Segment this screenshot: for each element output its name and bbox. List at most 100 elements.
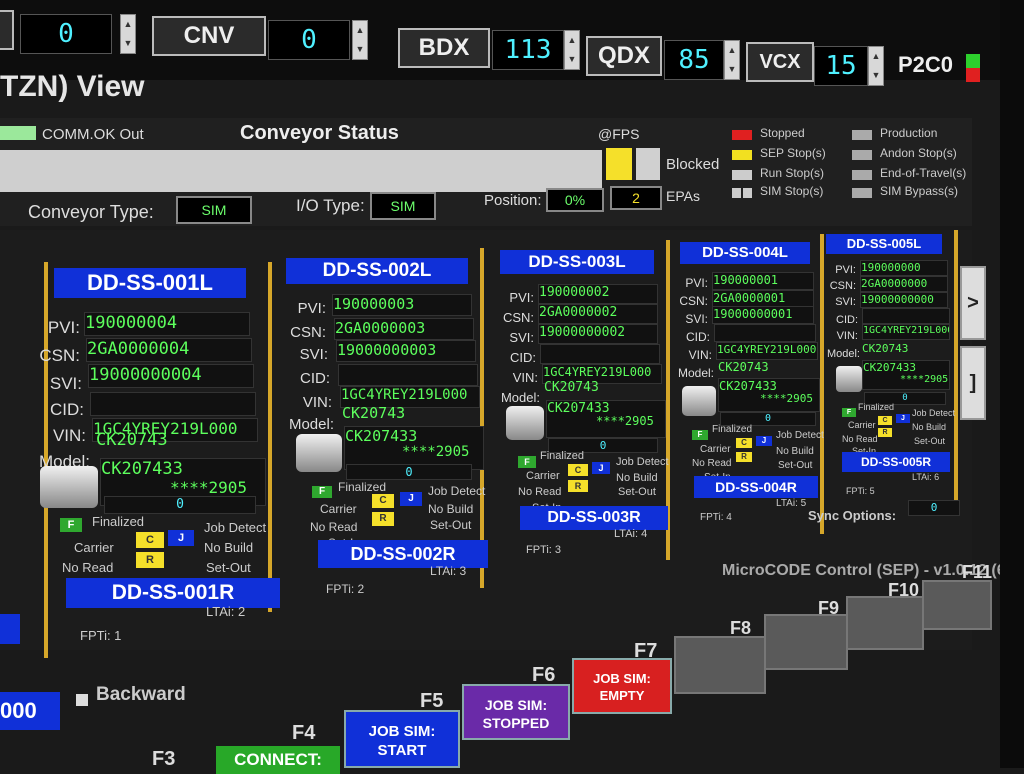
f10-button[interactable]: [846, 596, 924, 650]
carrier-badge: C: [136, 532, 164, 548]
vin-label: VIN:: [836, 330, 858, 342]
connect-button[interactable]: CONNECT:: [216, 746, 340, 774]
csn-value: 2GA0000002: [538, 304, 658, 324]
ltai-label: LTAi: 2: [206, 604, 246, 619]
job-detect-badge: J: [896, 414, 910, 423]
model-label: Model:: [500, 390, 540, 405]
model-value: CK20743: [862, 342, 909, 355]
counter-spinner-qdx[interactable]: ▲ ▼: [724, 40, 740, 80]
finalized-badge: F: [518, 456, 536, 468]
legend-run: Run Stop(s): [760, 166, 825, 180]
legend-bypass: SIM Bypass(s): [880, 184, 959, 198]
vehicle-button[interactable]: [506, 406, 544, 440]
station-title-right[interactable]: DD-SS-003R: [520, 506, 668, 530]
station-title-right[interactable]: DD-SS-001R: [66, 578, 280, 608]
io-type-label: I/O Type:: [296, 196, 365, 215]
legend-swatch-production: [852, 130, 872, 140]
model-detail-suffix: ****2905: [760, 392, 813, 405]
ltai-label: LTAi: 4: [614, 528, 648, 540]
finalized-label: Finalized: [338, 480, 387, 494]
legend-swatch-sim-b: [743, 188, 752, 198]
backward-checkbox[interactable]: [76, 694, 88, 706]
cid-label: CID:: [50, 400, 84, 419]
controller-name: P2C0: [898, 52, 954, 77]
left-station-stub: [0, 614, 20, 644]
pvi-label: PVI:: [509, 290, 534, 305]
station-title-left[interactable]: DD-SS-002L: [286, 258, 468, 284]
station-title-left[interactable]: DD-SS-004L: [680, 242, 810, 264]
fpti-label: FPTi: 2: [326, 582, 365, 596]
fps-indicator: [606, 148, 632, 180]
job-detect-badge: J: [756, 436, 772, 446]
job-detect-badge: J: [592, 462, 610, 474]
counter-spinner-cnv[interactable]: ▲ ▼: [352, 20, 368, 60]
carrier-badge: C: [568, 464, 588, 476]
no-build-label: No Build: [428, 502, 474, 516]
model-label: Model:: [677, 366, 714, 380]
svi-label: SVI:: [509, 330, 534, 345]
station-divider: [954, 230, 958, 500]
legend-swatch-sim-a: [732, 188, 741, 198]
status-led-red: [966, 68, 980, 82]
counter-value-qdx: 85: [664, 40, 724, 80]
carrier-label: Carrier: [848, 420, 876, 430]
legend-swatch-run: [732, 170, 752, 180]
counter-label-qdx: QDX: [586, 36, 662, 76]
svi-label: SVI:: [685, 312, 708, 326]
legend-andon: Andon Stop(s): [880, 146, 957, 160]
counter-spinner[interactable]: ▲ ▼: [120, 14, 136, 54]
set-out-label: Set-Out: [778, 460, 813, 471]
model-value: CK20743: [718, 360, 769, 374]
legend-swatch-sep: [732, 150, 752, 160]
f8-button[interactable]: [674, 636, 766, 694]
csn-value: 2GA0000004: [86, 338, 252, 362]
model-detail-suffix: ****2905: [170, 478, 248, 497]
comm-ok-label: COMM.OK Out: [42, 126, 144, 143]
f9-button[interactable]: [764, 614, 848, 670]
left-button[interactable]: 000: [0, 692, 60, 730]
job-sim-start-button[interactable]: JOB SIM: START: [344, 710, 460, 768]
last-page-button[interactable]: ]: [960, 346, 986, 420]
pvi-label: PVI:: [297, 300, 326, 317]
pvi-value: 190000003: [332, 294, 472, 316]
comm-ok-indicator: [0, 126, 36, 140]
conveyor-status-title: Conveyor Status: [240, 122, 399, 144]
csn-value: 2GA0000000: [860, 276, 948, 292]
blocked-label: Blocked: [666, 156, 720, 173]
next-page-button[interactable]: >: [960, 266, 986, 340]
station-title-left[interactable]: DD-SS-005L: [826, 234, 942, 254]
vehicle-button[interactable]: [836, 366, 862, 392]
cid-value: [540, 344, 660, 364]
vehicle-button[interactable]: [682, 386, 716, 416]
job-sim-stopped-button[interactable]: JOB SIM: STOPPED: [462, 684, 570, 740]
job-sim-empty-button[interactable]: JOB SIM: EMPTY: [572, 658, 672, 714]
no-read-label: No Read: [842, 434, 878, 444]
conveyor-type-value: SIM: [176, 196, 252, 224]
station-title-left[interactable]: DD-SS-001L: [54, 268, 246, 298]
station-title-right[interactable]: DD-SS-005R: [842, 452, 950, 472]
station-title-right[interactable]: DD-SS-004R: [694, 476, 818, 498]
sync-options-value[interactable]: 0: [908, 500, 960, 516]
finalized-badge: F: [312, 486, 332, 498]
carrier-badge: C: [736, 438, 752, 448]
model-detail-suffix: ****2905: [900, 374, 949, 385]
pvi-value: 190000002: [538, 284, 658, 304]
csn-label: CSN:: [290, 324, 326, 341]
ltai-label: LTAi: 6: [912, 472, 940, 482]
cid-label: CID:: [686, 330, 710, 344]
vehicle-button[interactable]: [40, 466, 98, 508]
station-title-left[interactable]: DD-SS-003L: [500, 250, 654, 274]
legend-swatch-andon: [852, 150, 872, 160]
vehicle-button[interactable]: [296, 434, 342, 472]
model-value: CK20743: [342, 404, 406, 422]
no-build-label: No Build: [912, 422, 947, 432]
no-read-label: No Read: [310, 520, 358, 534]
counter-spinner-vcx[interactable]: ▲ ▼: [868, 46, 884, 86]
csn-label: CSN:: [502, 310, 534, 325]
pvi-value: 190000001: [712, 272, 814, 290]
counter-spinner-bdx[interactable]: ▲ ▼: [564, 30, 580, 70]
station-counter: 0: [346, 464, 472, 480]
f11-button[interactable]: [922, 580, 992, 630]
conveyor-progress-bar: [0, 150, 602, 192]
cid-value: [714, 324, 816, 342]
